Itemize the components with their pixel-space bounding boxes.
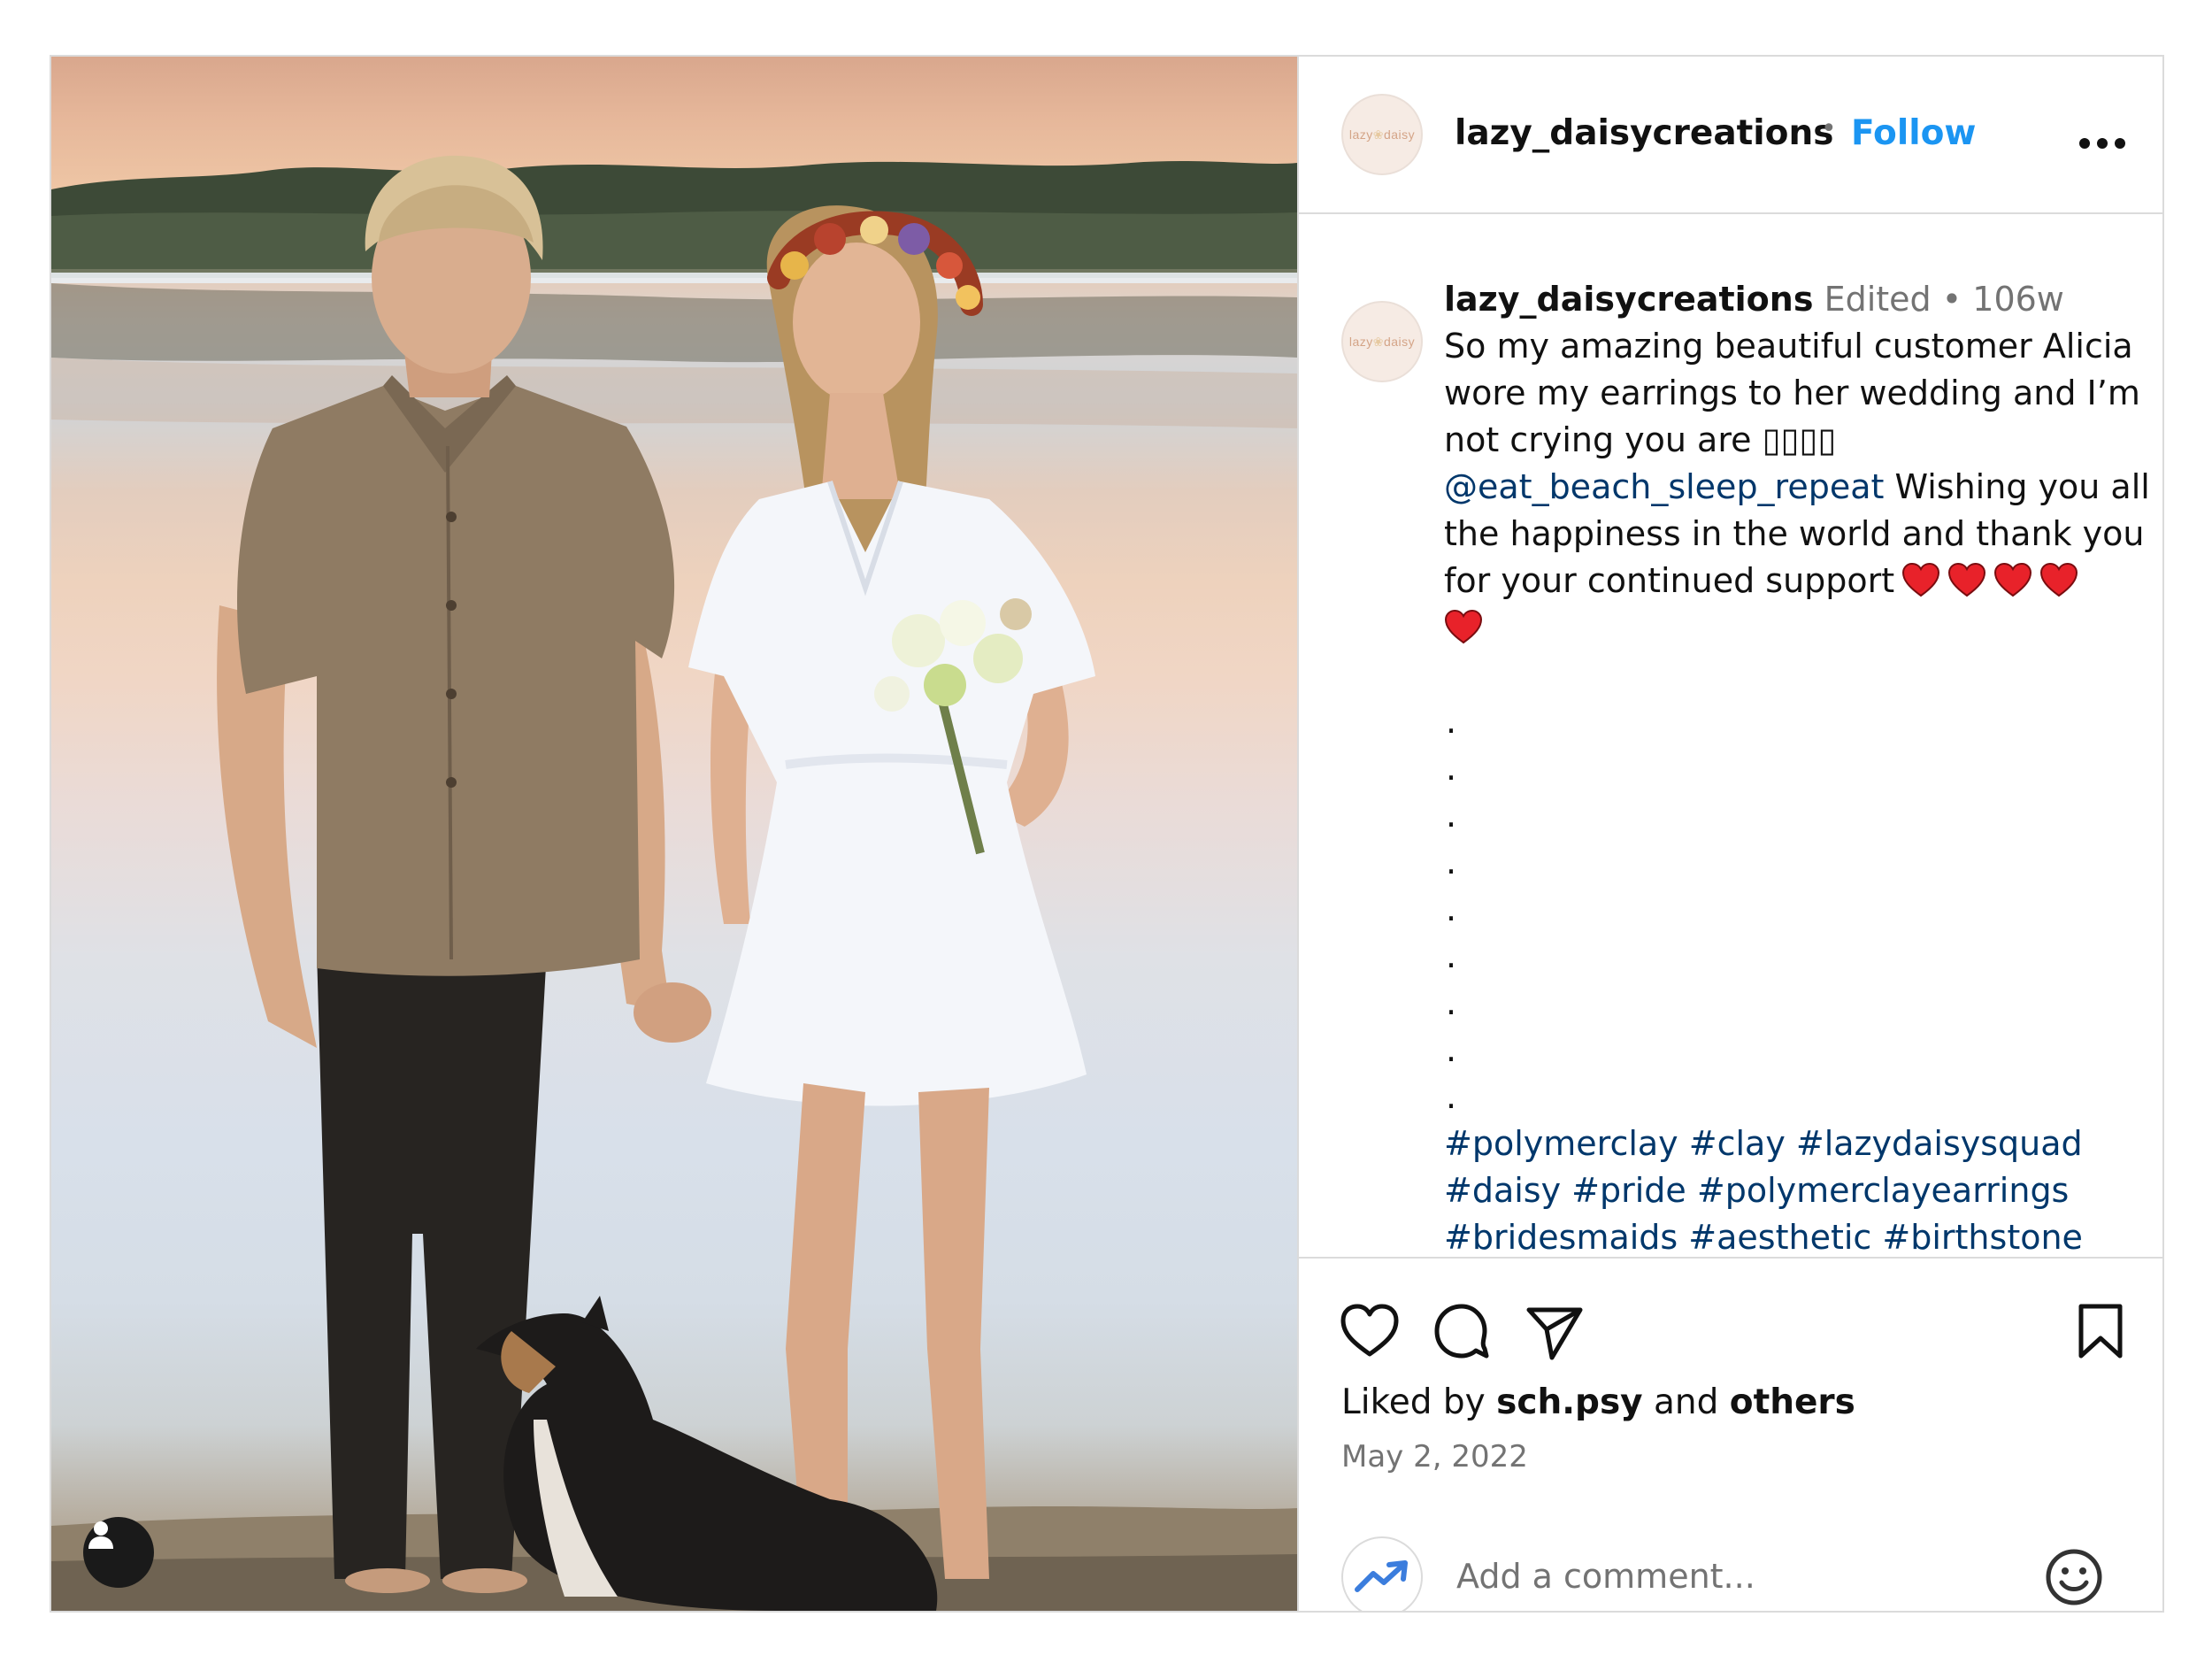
caption-dot: . bbox=[1446, 749, 1457, 788]
liked-by-user[interactable]: sch.psy bbox=[1496, 1382, 1642, 1422]
profile-avatar[interactable]: lazy❀daisy bbox=[1341, 94, 1423, 175]
post-photo[interactable] bbox=[51, 57, 1297, 1611]
caption-text: lazy_daisycreations Edited • 106w So my … bbox=[1444, 276, 2150, 1257]
mention-link[interactable]: @eat_beach_sleep_repeat bbox=[1444, 467, 1884, 506]
avatar-logo-text: lazy❀daisy bbox=[1348, 334, 1416, 349]
person-icon bbox=[88, 1521, 113, 1549]
caption-line: not crying you are ▯▯▯▯ bbox=[1444, 420, 1837, 459]
caption-scroll-area[interactable]: lazy❀daisy lazy_daisycreations Edited • … bbox=[1299, 216, 2162, 1257]
caption-dot: . bbox=[1446, 1030, 1457, 1069]
trending-up-icon bbox=[1355, 1560, 1408, 1592]
red-heart-icon bbox=[1994, 562, 2032, 597]
hashtags[interactable]: #polymerclay #clay #lazydaisysquad bbox=[1444, 1120, 2134, 1167]
caption-dot: . bbox=[1446, 796, 1457, 835]
likes-summary[interactable]: Liked by sch.psy and others bbox=[1341, 1382, 1855, 1422]
post-age[interactable]: 106w bbox=[1972, 280, 2064, 319]
liked-by-others[interactable]: others bbox=[1730, 1382, 1855, 1422]
caption-line: for your continued support bbox=[1444, 561, 1895, 600]
follow-button[interactable]: Follow bbox=[1851, 113, 1976, 153]
post-date[interactable]: May 2, 2022 bbox=[1341, 1439, 1528, 1474]
hashtags[interactable]: #daisy #pride #polymerclayearrings bbox=[1444, 1167, 2134, 1214]
caption-avatar[interactable]: lazy❀daisy bbox=[1341, 301, 1423, 382]
profile-username[interactable]: lazy_daisycreations bbox=[1455, 113, 1833, 153]
comment-row bbox=[1299, 1524, 2162, 1611]
red-heart-icon bbox=[1444, 609, 1483, 644]
paper-plane-icon[interactable] bbox=[1522, 1299, 1586, 1363]
red-heart-icon bbox=[1948, 562, 1986, 597]
hashtags[interactable]: #bridesmaids #aesthetic #birthstone bbox=[1444, 1214, 2134, 1257]
caption-dot: . bbox=[1446, 843, 1457, 882]
caption-dot: . bbox=[1446, 702, 1457, 741]
post-header: lazy❀daisy lazy_daisycreations • Follow bbox=[1299, 57, 2162, 214]
red-heart-icon bbox=[1902, 562, 1940, 597]
caption-dot: . bbox=[1446, 1077, 1457, 1116]
comment-bubble-icon[interactable] bbox=[1430, 1299, 1494, 1363]
current-user-avatar bbox=[1341, 1536, 1423, 1611]
avatar-logo-text: lazy❀daisy bbox=[1348, 127, 1416, 142]
header-separator: • bbox=[1821, 113, 1837, 144]
caption-line: Wishing you all bbox=[1884, 467, 2150, 506]
wedding-couple-photo bbox=[51, 155, 1297, 1611]
caption-dot: . bbox=[1446, 889, 1457, 928]
caption-dot: . bbox=[1446, 983, 1457, 1022]
post-side-panel: lazy❀daisy lazy_daisycreations • Follow … bbox=[1297, 57, 2162, 1611]
caption-line: wore my earrings to her wedding and I’m bbox=[1444, 373, 2140, 412]
tagged-people-button[interactable] bbox=[83, 1517, 154, 1588]
caption-dot: . bbox=[1446, 936, 1457, 975]
caption-line: the happiness in the world and thank you bbox=[1444, 514, 2145, 553]
bookmark-icon[interactable] bbox=[2069, 1299, 2132, 1363]
more-horizontal-icon[interactable] bbox=[2076, 136, 2129, 150]
comment-input[interactable] bbox=[1456, 1545, 2005, 1607]
meta-separator: • bbox=[1941, 280, 1962, 319]
red-heart-icon bbox=[2040, 562, 2078, 597]
smiley-icon[interactable] bbox=[2044, 1547, 2104, 1607]
edited-label: Edited bbox=[1824, 280, 1932, 319]
post-actions: Liked by sch.psy and others May 2, 2022 bbox=[1299, 1257, 2162, 1611]
caption-username[interactable]: lazy_daisycreations bbox=[1444, 280, 1813, 319]
caption-line: So my amazing beautiful customer Alicia bbox=[1444, 327, 2133, 366]
heart-outline-icon[interactable] bbox=[1338, 1299, 1402, 1363]
instagram-post: lazy❀daisy lazy_daisycreations • Follow … bbox=[50, 55, 2164, 1613]
